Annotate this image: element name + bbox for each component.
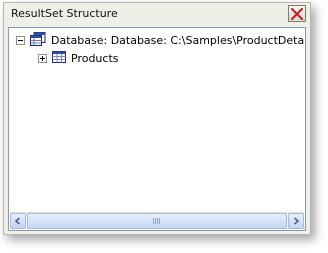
resultset-structure-window: ResultSet Structure Database: Database: … bbox=[3, 2, 311, 235]
tree-node-database[interactable]: Database: Database: C:\Samples\ProductDe… bbox=[16, 31, 305, 49]
window-title: ResultSet Structure bbox=[11, 7, 118, 20]
table-icon bbox=[52, 50, 66, 66]
arrow-left-icon bbox=[14, 217, 21, 225]
tree-node-products-label: Products bbox=[71, 51, 119, 65]
expand-toggle[interactable] bbox=[38, 53, 47, 63]
scroll-right-button[interactable] bbox=[288, 213, 304, 229]
canvas: ResultSet Structure Database: Database: … bbox=[0, 0, 328, 253]
grip-icon bbox=[153, 218, 161, 224]
tree-node-products[interactable]: Products bbox=[38, 49, 119, 67]
scroll-left-button[interactable] bbox=[10, 213, 26, 229]
close-button[interactable] bbox=[288, 5, 306, 22]
arrow-right-icon bbox=[293, 217, 300, 225]
horizontal-scrollbar[interactable] bbox=[10, 212, 304, 229]
title-bar: ResultSet Structure bbox=[4, 3, 310, 25]
scroll-thumb[interactable] bbox=[27, 213, 287, 229]
tree-node-database-label: Database: Database: C:\Samples\ProductDe… bbox=[51, 33, 305, 47]
tree-view[interactable]: Database: Database: C:\Samples\ProductDe… bbox=[8, 27, 306, 231]
collapse-toggle[interactable] bbox=[16, 35, 25, 45]
close-icon bbox=[291, 7, 303, 20]
database-icon bbox=[30, 31, 46, 49]
